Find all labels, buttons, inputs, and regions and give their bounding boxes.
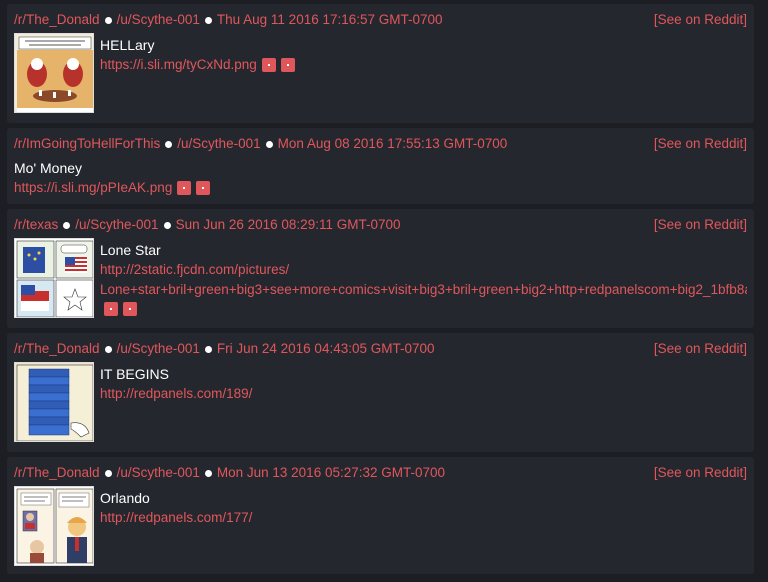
post-feed: /r/The_Donald /u/Scythe-001 Thu Aug 11 2…: [0, 0, 768, 582]
post-thumbnail[interactable]: [14, 238, 94, 318]
separator-dot: [104, 16, 112, 24]
post-card: /r/The_Donald /u/Scythe-001 Mon Jun 13 2…: [7, 457, 754, 574]
separator-dot: [204, 469, 212, 477]
expand-button[interactable]: [104, 302, 118, 316]
post-thumbnail[interactable]: [14, 486, 94, 566]
post-date: Sun Jun 26 2016 08:29:11 GMT-0700: [175, 217, 401, 232]
subreddit-link[interactable]: /r/The_Donald: [14, 463, 100, 483]
separator-dot: [104, 345, 112, 353]
user-link[interactable]: /u/Scythe-001: [117, 10, 200, 30]
post-content: Orlando http://redpanels.com/177/: [14, 486, 747, 566]
separator-dot: [204, 16, 212, 24]
post-content: IT BEGINS http://redpanels.com/189/: [14, 362, 747, 442]
subreddit-link[interactable]: /r/texas: [14, 215, 58, 235]
post-title: Lone Star: [100, 242, 161, 258]
post-meta: /r/The_Donald /u/Scythe-001 Mon Jun 13 2…: [14, 463, 747, 483]
expand-button[interactable]: [196, 181, 211, 195]
post-title: IT BEGINS: [100, 366, 169, 382]
post-link[interactable]: https://i.sli.mg/tyCxNd.png: [100, 55, 257, 75]
subreddit-link[interactable]: /r/ImGoingToHellForThis: [14, 134, 160, 154]
post-date: Thu Aug 11 2016 17:16:57 GMT-0700: [216, 12, 443, 27]
post-meta: /r/texas /u/Scythe-001 Sun Jun 26 2016 0…: [14, 215, 747, 235]
post-card: /r/texas /u/Scythe-001 Sun Jun 26 2016 0…: [7, 209, 754, 328]
user-link[interactable]: /u/Scythe-001: [75, 215, 158, 235]
post-title: Orlando: [100, 490, 150, 506]
post-thumbnail[interactable]: [14, 362, 94, 442]
separator-dot: [265, 140, 273, 148]
see-on-reddit-link[interactable]: [See on Reddit]: [654, 134, 747, 154]
post-title: HELLary: [100, 37, 155, 53]
post-link-line-1[interactable]: http://2static.fjcdn.com/pictures/: [100, 260, 747, 280]
post-meta: /r/ImGoingToHellForThis /u/Scythe-001 Mo…: [14, 134, 747, 154]
separator-dot: [165, 140, 173, 148]
post-link[interactable]: http://redpanels.com/189/: [100, 386, 252, 401]
user-link[interactable]: /u/Scythe-001: [117, 463, 200, 483]
separator-dot: [104, 469, 112, 477]
comic-thumbnail-image: [15, 34, 93, 112]
separator-dot: [204, 345, 212, 353]
separator-dot: [63, 221, 71, 229]
user-link[interactable]: /u/Scythe-001: [177, 134, 260, 154]
post-meta: /r/The_Donald /u/Scythe-001 Fri Jun 24 2…: [14, 339, 747, 359]
post-title: Mo' Money: [14, 160, 83, 176]
post-content: HELLary https://i.sli.mg/tyCxNd.png: [14, 33, 747, 113]
comic-thumbnail-image: [15, 363, 93, 441]
comic-thumbnail-image: [15, 487, 93, 565]
expand-button[interactable]: [280, 58, 295, 72]
comic-thumbnail-image: [15, 239, 93, 317]
user-link[interactable]: /u/Scythe-001: [117, 339, 200, 359]
post-card: /r/ImGoingToHellForThis /u/Scythe-001 Mo…: [7, 128, 754, 204]
subreddit-link[interactable]: /r/The_Donald: [14, 339, 100, 359]
post-date: Fri Jun 24 2016 04:43:05 GMT-0700: [216, 341, 435, 356]
post-link[interactable]: https://i.sli.mg/pPIeAK.png: [14, 178, 172, 198]
see-on-reddit-link[interactable]: [See on Reddit]: [654, 10, 747, 30]
separator-dot: [163, 221, 171, 229]
post-card: /r/The_Donald /u/Scythe-001 Fri Jun 24 2…: [7, 333, 754, 452]
post-card: /r/The_Donald /u/Scythe-001 Thu Aug 11 2…: [7, 4, 754, 123]
post-meta: /r/The_Donald /u/Scythe-001 Thu Aug 11 2…: [14, 10, 747, 30]
post-date: Mon Jun 13 2016 05:27:32 GMT-0700: [216, 465, 446, 480]
post-link-line-2[interactable]: Lone+star+bril+green+big3+see+more+comic…: [100, 280, 747, 300]
expand-button[interactable]: [177, 181, 192, 195]
see-on-reddit-link[interactable]: [See on Reddit]: [654, 215, 747, 235]
expand-button[interactable]: [261, 58, 276, 72]
post-thumbnail[interactable]: [14, 33, 94, 113]
subreddit-link[interactable]: /r/The_Donald: [14, 10, 100, 30]
expand-button[interactable]: [123, 302, 137, 316]
post-content: Lone Star http://2static.fjcdn.com/pictu…: [14, 238, 747, 318]
see-on-reddit-link[interactable]: [See on Reddit]: [654, 463, 747, 483]
post-link[interactable]: http://redpanels.com/177/: [100, 510, 252, 525]
post-date: Mon Aug 08 2016 17:55:13 GMT-0700: [277, 136, 508, 151]
see-on-reddit-link[interactable]: [See on Reddit]: [654, 339, 747, 359]
